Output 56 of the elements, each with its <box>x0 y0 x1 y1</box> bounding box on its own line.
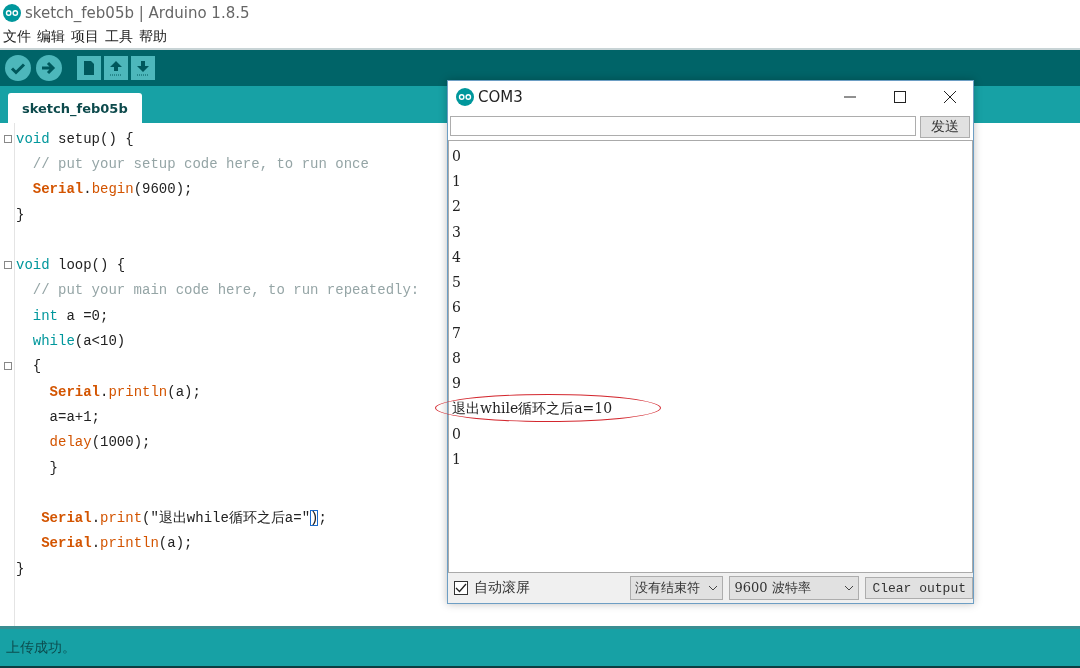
code-line: } <box>48 459 58 476</box>
caret-icon <box>844 585 855 591</box>
code-line: { <box>31 358 42 375</box>
sketch-tab[interactable]: sketch_feb05b <box>8 93 142 123</box>
code-line: Serial.print("退出while循环之后a="); <box>40 509 327 528</box>
output-line: 2 <box>452 198 461 215</box>
menu-item[interactable]: 项目 <box>71 28 99 46</box>
code-line: while(a<10) <box>31 333 126 349</box>
logo-icon <box>456 88 474 106</box>
output-line: 0 <box>452 425 461 442</box>
output-line: 退出while循环之后a=10 <box>452 399 613 418</box>
output-line: 8 <box>452 350 461 366</box>
output-line: 0 <box>452 147 461 164</box>
code-line: Serial.begin(9600); <box>31 181 193 198</box>
output-line: 1 <box>452 451 461 468</box>
caret-icon <box>708 585 719 591</box>
logo-icon <box>3 4 21 22</box>
close-icon[interactable] <box>943 91 957 103</box>
menu-item[interactable]: 工具 <box>105 28 133 46</box>
code-line: delay(1000); <box>48 434 151 451</box>
output-line: 1 <box>452 172 461 189</box>
baud-rate-dropdown[interactable]: 9600 波特率 <box>729 576 860 600</box>
output-line: 9 <box>452 375 461 392</box>
fold-icon[interactable] <box>4 261 12 270</box>
output-line: 6 <box>452 299 461 316</box>
menu-item[interactable]: 文件 <box>3 28 31 46</box>
fold-icon[interactable] <box>4 134 12 143</box>
fold-icon[interactable] <box>4 362 12 371</box>
document-icon[interactable] <box>77 56 101 80</box>
check-icon[interactable] <box>4 54 32 82</box>
code-line: Serial.println(a); <box>40 535 193 552</box>
send-button[interactable]: 发送 <box>920 116 970 138</box>
code-line: // put your setup code here, to run once <box>31 155 369 172</box>
autoscroll-checkbox[interactable] <box>454 581 468 595</box>
code-line: } <box>16 560 25 577</box>
clear-output-button[interactable]: Clear output <box>865 577 973 599</box>
code-line: a=a+1; <box>48 408 100 425</box>
line-ending-dropdown[interactable]: 没有结束符 <box>630 576 724 600</box>
code-line: } <box>16 206 25 223</box>
code-line: void loop() { <box>16 257 126 274</box>
window-title: COM3 <box>478 88 523 106</box>
code-line: Serial.println(a); <box>48 383 201 400</box>
output-line: 5 <box>452 274 461 291</box>
code-line: void setup() { <box>16 130 134 147</box>
status-message: 上传成功。 <box>6 638 76 657</box>
output-line: 7 <box>452 324 461 341</box>
window-title: sketch_feb05b | Arduino 1.8.5 <box>25 4 250 22</box>
menu-item[interactable]: 编辑 <box>37 28 65 46</box>
code-line: // put your main code here, to run repeatedly: <box>31 282 420 299</box>
output-line: 4 <box>452 248 461 265</box>
output-line: 3 <box>452 223 461 240</box>
maximize-icon[interactable] <box>893 91 907 103</box>
menu-item[interactable]: 帮助 <box>139 28 167 46</box>
autoscroll-label: 自动滚屏 <box>474 579 530 597</box>
send-input-field[interactable] <box>450 116 916 136</box>
code-line: int a =0; <box>31 307 109 324</box>
